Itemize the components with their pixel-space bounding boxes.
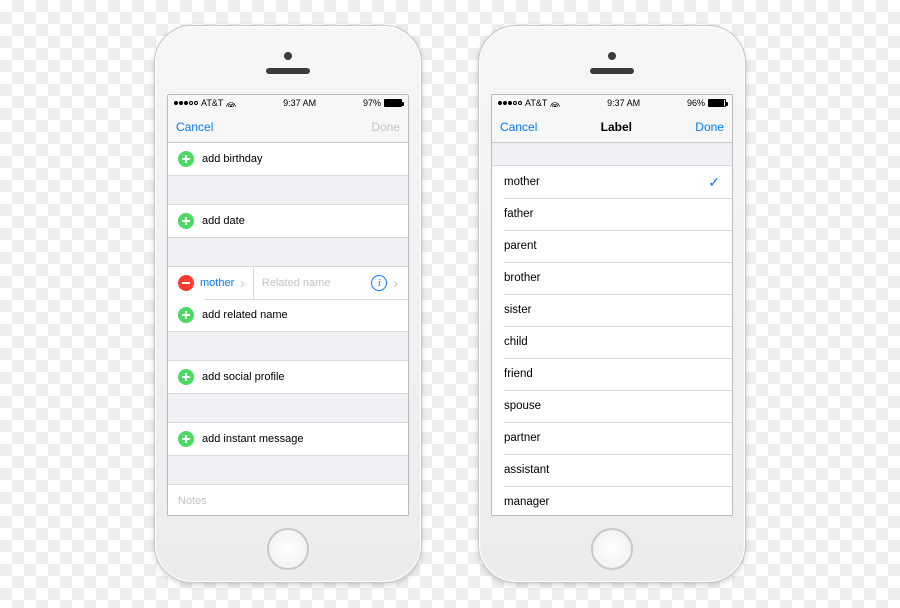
done-button: Done xyxy=(371,120,400,134)
screen-contact-edit: AT&T 9:37 AM 97% Cancel Done add birthda… xyxy=(167,94,409,516)
nav-title: Label xyxy=(601,120,632,134)
label-option-text: friend xyxy=(504,368,533,380)
label-option-parent[interactable]: parent xyxy=(492,230,732,262)
done-button[interactable]: Done xyxy=(695,120,724,134)
label-option-assistant[interactable]: assistant xyxy=(492,454,732,486)
add-related-name-row[interactable]: add related name xyxy=(168,299,408,331)
label-option-text: parent xyxy=(504,240,537,252)
label-option-text: brother xyxy=(504,272,540,284)
clock-label: 9:37 AM xyxy=(607,98,640,108)
plus-icon xyxy=(178,151,194,167)
plus-icon xyxy=(178,307,194,323)
clock-label: 9:37 AM xyxy=(283,98,316,108)
device-left: AT&T 9:37 AM 97% Cancel Done add birthda… xyxy=(154,25,422,583)
label-option-text: partner xyxy=(504,432,540,444)
label-option-text: spouse xyxy=(504,400,541,412)
related-name-row[interactable]: mother › Related name i › xyxy=(168,267,408,299)
label-option-sister[interactable]: sister xyxy=(492,294,732,326)
cancel-button[interactable]: Cancel xyxy=(176,120,213,134)
label-option-text: father xyxy=(504,208,533,220)
row-label: add date xyxy=(202,215,245,227)
signal-dots-icon xyxy=(174,101,198,105)
nav-bar: Cancel Done xyxy=(168,111,408,143)
label-option-spouse[interactable]: spouse xyxy=(492,390,732,422)
label-option-partner[interactable]: partner xyxy=(492,422,732,454)
label-option-brother[interactable]: brother xyxy=(492,262,732,294)
row-label: add birthday xyxy=(202,153,263,165)
wifi-icon xyxy=(226,99,236,107)
chevron-right-icon: › xyxy=(393,276,398,290)
signal-dots-icon xyxy=(498,101,522,105)
status-bar: AT&T 9:37 AM 96% xyxy=(492,95,732,111)
relation-label-button[interactable]: mother xyxy=(200,277,234,289)
battery-pct-label: 96% xyxy=(687,98,705,108)
row-label: add related name xyxy=(202,309,288,321)
label-option-text: child xyxy=(504,336,528,348)
battery-icon xyxy=(384,99,402,107)
row-label: add instant message xyxy=(202,433,304,445)
speaker-slot xyxy=(590,68,634,74)
screen-label-picker: AT&T 9:37 AM 96% Cancel Label Done mothe… xyxy=(491,94,733,516)
nav-bar: Cancel Label Done xyxy=(492,111,732,143)
status-bar: AT&T 9:37 AM 97% xyxy=(168,95,408,111)
label-option-text: sister xyxy=(504,304,531,316)
home-button[interactable] xyxy=(267,528,309,570)
label-option-father[interactable]: father xyxy=(492,198,732,230)
carrier-label: AT&T xyxy=(525,98,547,108)
wifi-icon xyxy=(550,99,560,107)
plus-icon xyxy=(178,431,194,447)
battery-icon xyxy=(708,99,726,107)
label-option-manager[interactable]: manager xyxy=(492,486,732,516)
cancel-button[interactable]: Cancel xyxy=(500,120,537,134)
info-icon[interactable]: i xyxy=(371,275,387,291)
divider xyxy=(253,267,254,299)
speaker-slot xyxy=(266,68,310,74)
plus-icon xyxy=(178,369,194,385)
add-social-profile-row[interactable]: add social profile xyxy=(168,361,408,393)
row-label: add social profile xyxy=(202,371,285,383)
related-name-field[interactable]: Related name xyxy=(262,277,365,289)
device-right: AT&T 9:37 AM 96% Cancel Label Done mothe… xyxy=(478,25,746,583)
add-instant-message-row[interactable]: add instant message xyxy=(168,423,408,455)
checkmark-icon: ✓ xyxy=(708,174,720,191)
plus-icon xyxy=(178,213,194,229)
label-option-text: mother xyxy=(504,176,540,188)
notes-field[interactable]: Notes xyxy=(168,484,408,516)
chevron-right-icon: › xyxy=(240,276,245,290)
label-option-text: manager xyxy=(504,496,549,508)
add-date-row[interactable]: add date xyxy=(168,205,408,237)
minus-icon[interactable] xyxy=(178,275,194,291)
carrier-label: AT&T xyxy=(201,98,223,108)
home-button[interactable] xyxy=(591,528,633,570)
label-option-friend[interactable]: friend xyxy=(492,358,732,390)
battery-pct-label: 97% xyxy=(363,98,381,108)
add-birthday-row[interactable]: add birthday xyxy=(168,143,408,175)
label-list: mother ✓ father parent brother sister child fri… xyxy=(492,165,732,516)
label-option-text: assistant xyxy=(504,464,549,476)
label-option-child[interactable]: child xyxy=(492,326,732,358)
label-option-mother[interactable]: mother ✓ xyxy=(492,166,732,198)
